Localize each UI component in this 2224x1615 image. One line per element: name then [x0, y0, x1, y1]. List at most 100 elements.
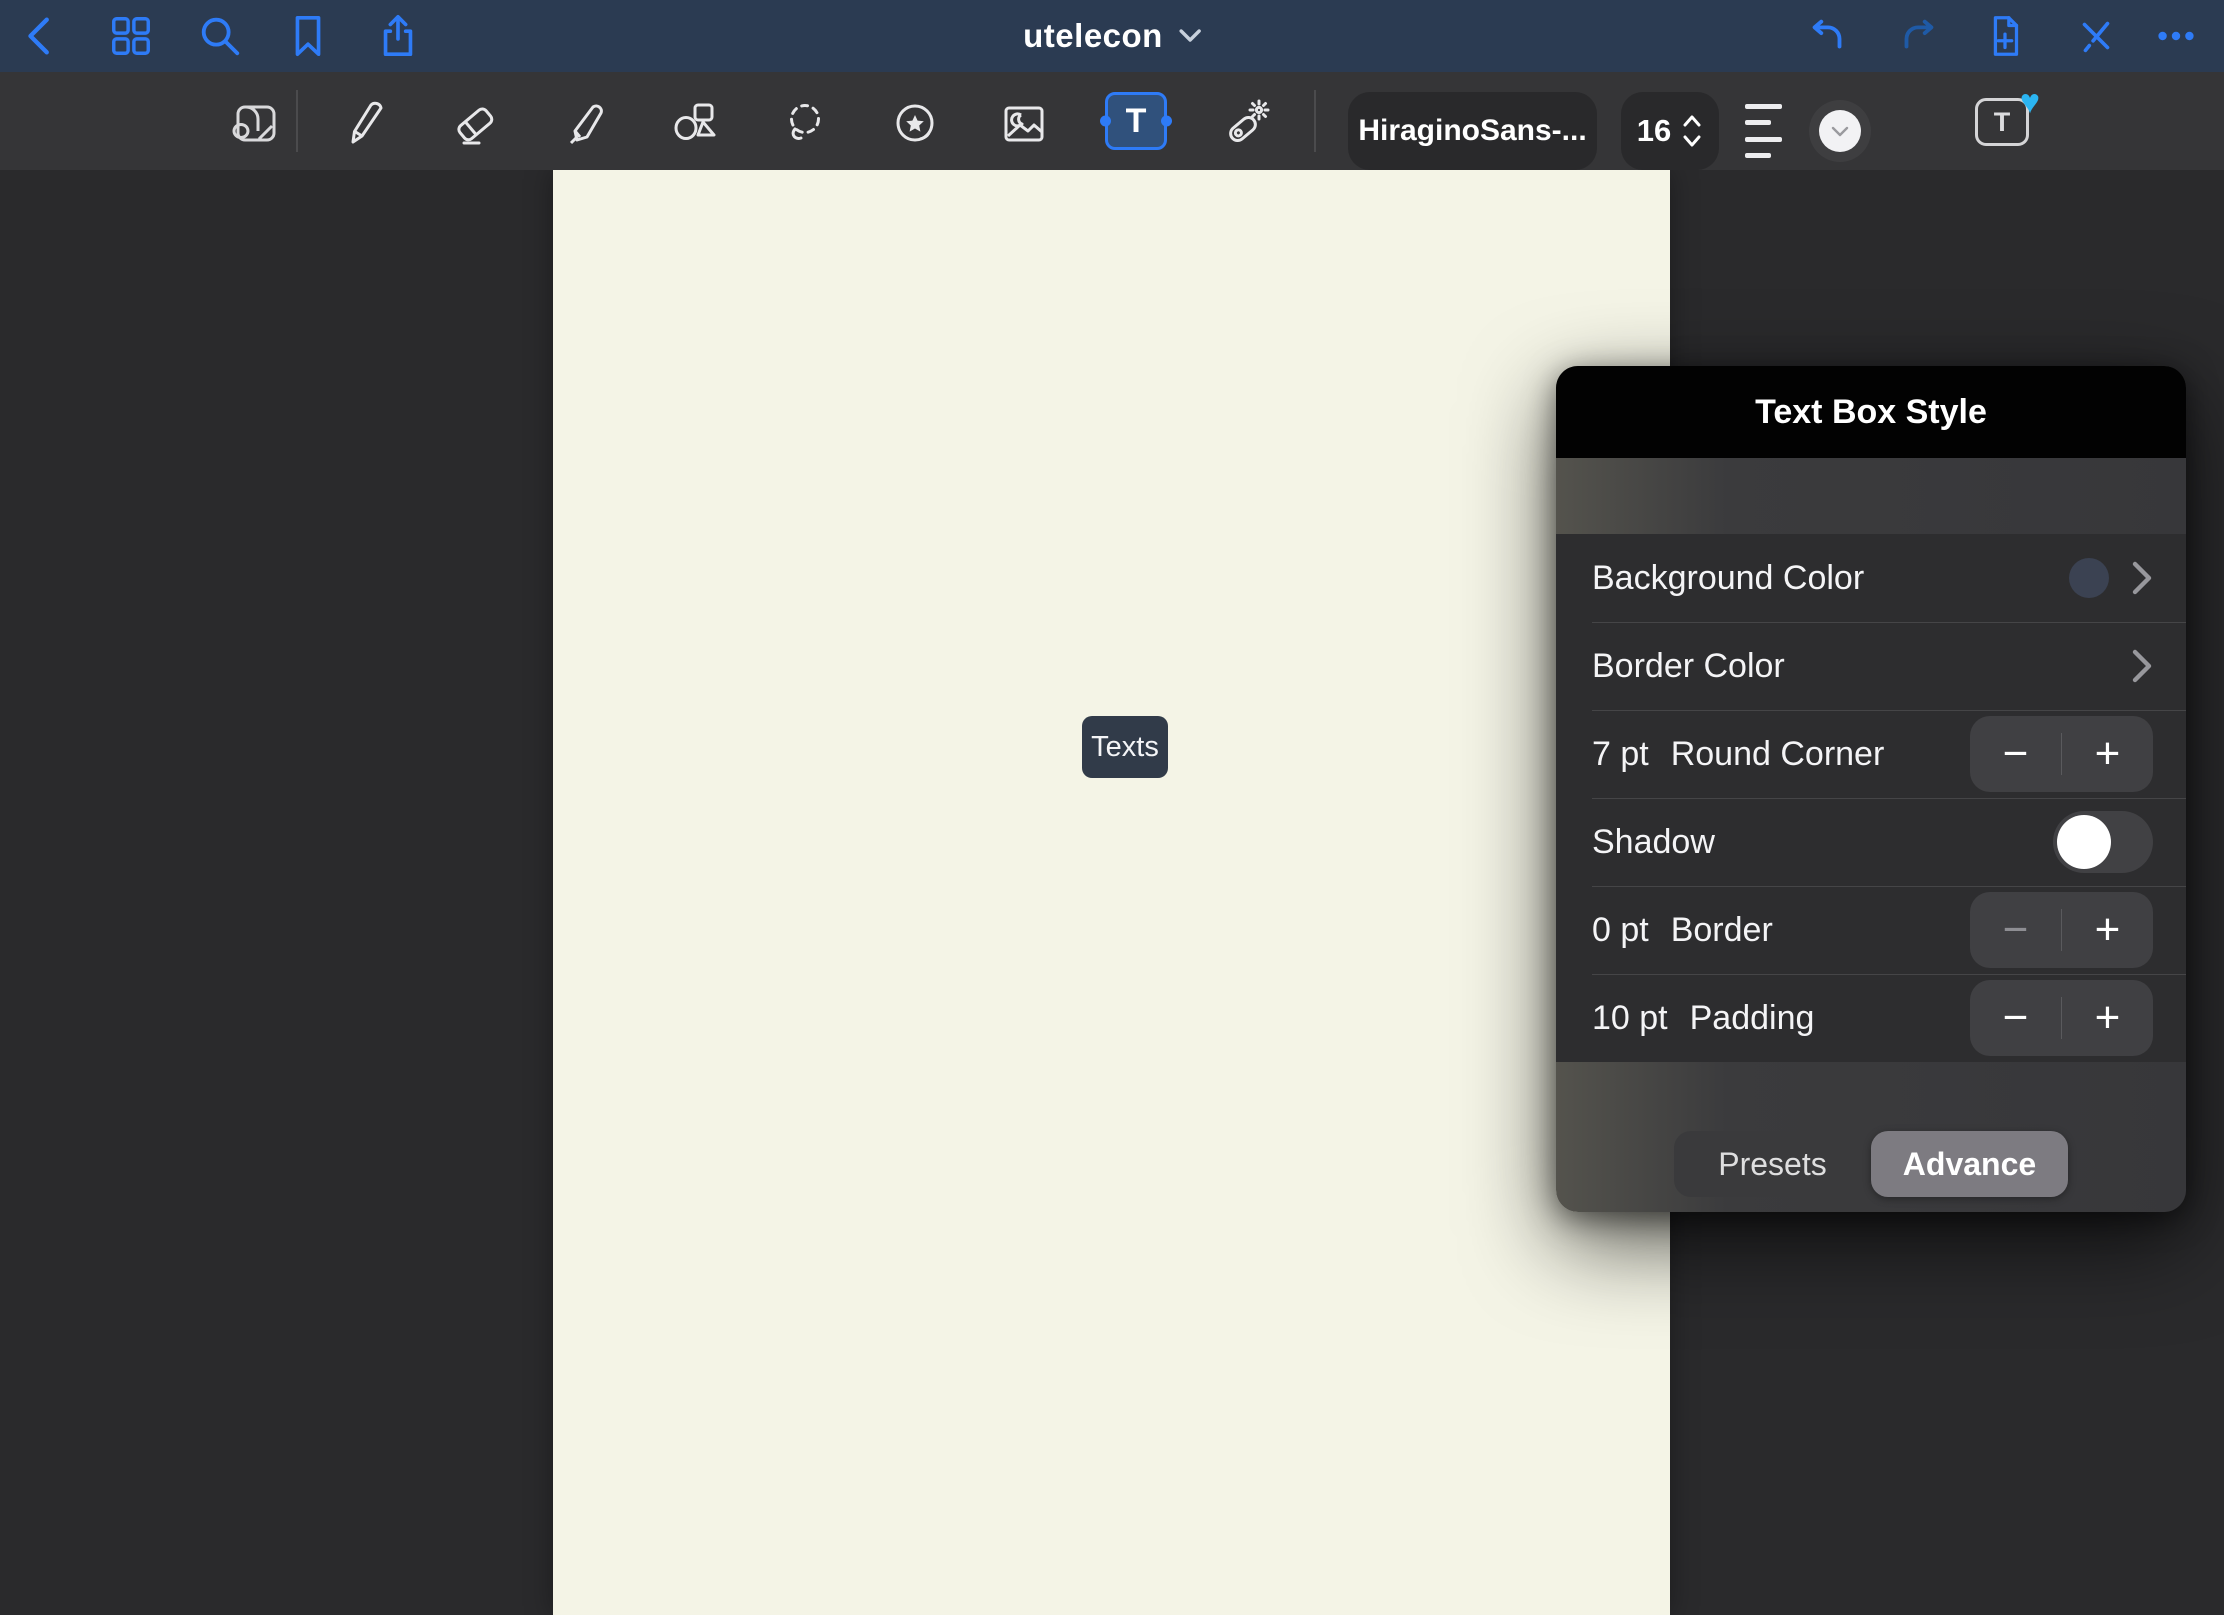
- document-title-button[interactable]: utelecon: [1023, 0, 1201, 72]
- padding-decrease-button[interactable]: −: [1970, 996, 2061, 1040]
- row-label: Background Color: [1592, 559, 1864, 598]
- page-navigator-icon: [228, 98, 280, 150]
- size-stepper-icon: [1681, 113, 1703, 149]
- app-window: utelecon: [0, 0, 2224, 1615]
- toggle-knob: [2057, 815, 2111, 869]
- stickers-tool[interactable]: [889, 98, 941, 150]
- popover-header: Text Box Style: [1556, 366, 2186, 458]
- sticker-star-icon: [889, 98, 941, 150]
- round-corner-stepper: − +: [1970, 716, 2153, 792]
- search-button[interactable]: [197, 13, 243, 59]
- pen-tool[interactable]: [338, 98, 390, 150]
- add-page-icon: [1982, 13, 2028, 59]
- border-width-increase-button[interactable]: +: [2062, 908, 2153, 952]
- advance-tab[interactable]: Advance: [1871, 1131, 2068, 1197]
- text-tool-glyph: T: [1126, 102, 1147, 141]
- laser-pointer-tool[interactable]: [1221, 98, 1273, 150]
- image-tool[interactable]: [998, 98, 1050, 150]
- round-corner-increase-button[interactable]: +: [2062, 732, 2153, 776]
- canvas-textbox[interactable]: Texts: [1082, 716, 1168, 778]
- highlighter-tool[interactable]: [561, 98, 613, 150]
- round-corner-decrease-button[interactable]: −: [1970, 732, 2061, 776]
- selection-handle: [1100, 116, 1111, 127]
- eraser-icon: [449, 98, 501, 150]
- row-border-color[interactable]: Border Color: [1556, 622, 2186, 710]
- shapes-tool[interactable]: [669, 98, 721, 150]
- pen-icon: [338, 98, 390, 150]
- background-color-swatch[interactable]: [2069, 558, 2109, 598]
- share-icon: [375, 13, 421, 59]
- font-size-value: 16: [1637, 113, 1671, 149]
- chevron-right-icon: [2131, 560, 2153, 596]
- text-tool-selected[interactable]: T: [1105, 92, 1167, 150]
- canvas-page[interactable]: Texts: [553, 170, 1670, 1615]
- row-label: Shadow: [1592, 823, 1715, 862]
- selection-handle: [1161, 116, 1172, 127]
- row-label: Border Color: [1592, 647, 1785, 686]
- shapes-icon: [669, 98, 721, 150]
- border-width-value: 0 pt: [1592, 911, 1649, 950]
- add-page-button[interactable]: [1982, 13, 2028, 59]
- text-box-style-popover: Text Box Style Background Color Border C…: [1556, 366, 2186, 1212]
- lasso-icon: [780, 98, 832, 150]
- top-navigation-bar: utelecon: [0, 0, 2224, 72]
- toolbar-separator: [1314, 90, 1316, 152]
- ellipsis-icon: [2153, 13, 2199, 59]
- chevron-right-icon: [2131, 648, 2153, 684]
- row-label: Padding: [1690, 999, 1815, 1038]
- mode-segmented-control: Presets Advance: [1674, 1131, 2068, 1197]
- textbox-label: Texts: [1091, 731, 1159, 764]
- row-label: Border: [1671, 911, 1773, 950]
- back-button[interactable]: [18, 13, 64, 59]
- laser-pointer-icon: [1221, 98, 1273, 150]
- row-border-width: 0 pt Border − +: [1556, 886, 2186, 974]
- popover-title: Text Box Style: [1755, 393, 1987, 432]
- stop-editing-button[interactable]: [2073, 13, 2119, 59]
- highlighter-icon: [561, 98, 613, 150]
- text-style-glyph: T: [1994, 107, 2011, 138]
- more-button[interactable]: [2153, 13, 2199, 59]
- round-corner-value: 7 pt: [1592, 735, 1649, 774]
- lasso-tool[interactable]: [780, 98, 832, 150]
- bookmark-button[interactable]: [285, 13, 331, 59]
- text-box-style-button[interactable]: T ♥: [1975, 98, 2029, 146]
- share-button[interactable]: [375, 13, 421, 59]
- redo-icon: [1895, 13, 1941, 59]
- workspace: Texts Text Box Style Background Color Bo…: [0, 170, 2224, 1615]
- chevron-down-icon: [1179, 29, 1201, 43]
- row-label: Round Corner: [1671, 735, 1885, 774]
- border-width-decrease-button[interactable]: −: [1970, 908, 2061, 952]
- popover-rows: Background Color Border Color 7 pt Round…: [1556, 534, 2186, 1062]
- pencil-x-icon: [2073, 13, 2119, 59]
- undo-button[interactable]: [1805, 13, 1851, 59]
- shadow-toggle[interactable]: [2053, 811, 2153, 873]
- thumbnails-button[interactable]: [108, 13, 154, 59]
- page-navigator-tool[interactable]: [228, 98, 280, 150]
- font-size-button[interactable]: 16: [1621, 92, 1719, 170]
- heart-badge-icon: ♥: [2020, 85, 2040, 119]
- text-align-button[interactable]: [1745, 104, 1783, 158]
- row-background-color[interactable]: Background Color: [1556, 534, 2186, 622]
- chevron-down-icon: [1831, 126, 1849, 137]
- current-color-circle: [1819, 110, 1861, 152]
- presets-tab[interactable]: Presets: [1674, 1131, 1871, 1197]
- border-width-stepper: − +: [1970, 892, 2153, 968]
- font-family-button[interactable]: HiraginoSans-...: [1348, 92, 1597, 170]
- toolbar-separator: [296, 90, 298, 152]
- padding-increase-button[interactable]: +: [2062, 996, 2153, 1040]
- back-chevron-icon: [18, 13, 64, 59]
- search-icon: [197, 13, 243, 59]
- eraser-tool[interactable]: [449, 98, 501, 150]
- document-title: utelecon: [1023, 17, 1163, 55]
- padding-value: 10 pt: [1592, 999, 1668, 1038]
- bookmark-icon: [285, 13, 331, 59]
- image-icon: [998, 98, 1050, 150]
- tools-toolbar: T HiraginoSans-... 16: [0, 72, 2224, 170]
- row-round-corner: 7 pt Round Corner − +: [1556, 710, 2186, 798]
- redo-button[interactable]: [1895, 13, 1941, 59]
- undo-icon: [1805, 13, 1851, 59]
- grid-icon: [108, 13, 154, 59]
- text-color-button[interactable]: [1809, 100, 1871, 162]
- row-shadow: Shadow: [1556, 798, 2186, 886]
- row-padding: 10 pt Padding − +: [1556, 974, 2186, 1062]
